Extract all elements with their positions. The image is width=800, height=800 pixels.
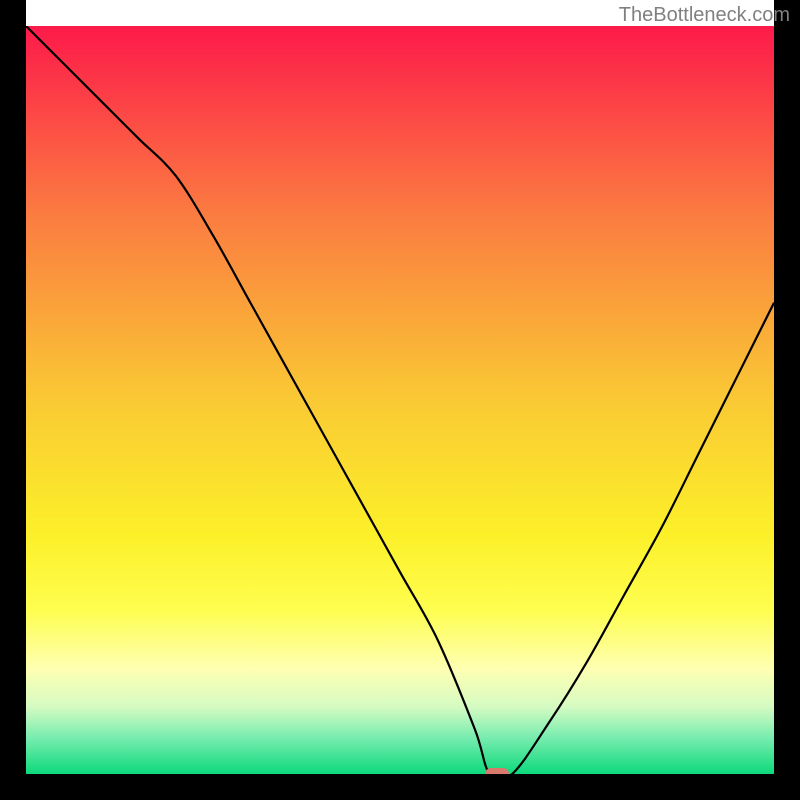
frame-left xyxy=(0,0,26,800)
bottleneck-curve xyxy=(26,26,774,774)
frame-bottom xyxy=(0,774,800,800)
watermark-text: TheBottleneck.com xyxy=(619,4,790,27)
chart-container: TheBottleneck.com xyxy=(0,0,800,800)
plot-area xyxy=(26,26,774,774)
frame-right xyxy=(774,0,800,800)
